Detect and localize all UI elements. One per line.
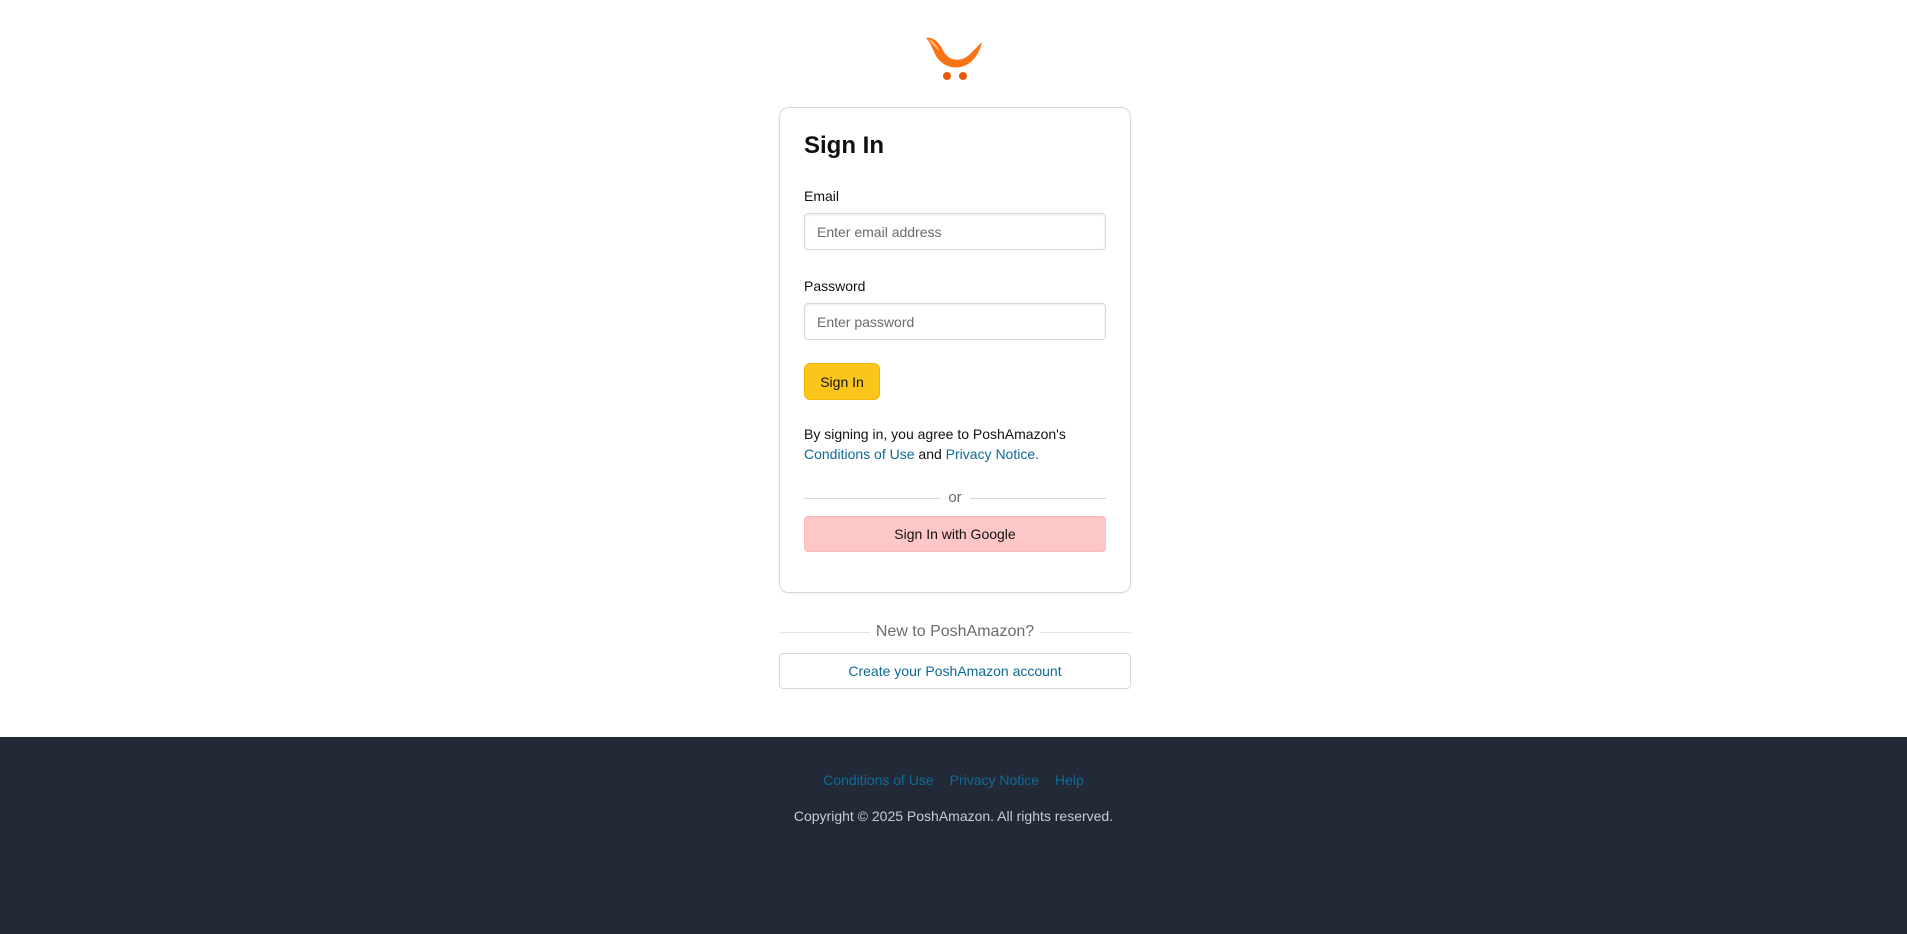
create-account-button[interactable]: Create your PoshAmazon account (779, 653, 1131, 689)
footer-link-help[interactable]: Help (1055, 772, 1084, 788)
footer-links: Conditions of Use Privacy Notice Help (0, 771, 1907, 789)
email-input[interactable] (804, 213, 1106, 250)
agreement-prefix: By signing in, you agree to PoshAmazon's (804, 426, 1066, 442)
sign-in-page: Sign In Email Password Sign In By signin… (0, 0, 1907, 934)
password-label: Password (804, 278, 866, 294)
privacy-notice-link[interactable]: Privacy Notice. (946, 446, 1039, 462)
or-divider-text: or (940, 489, 970, 506)
password-input[interactable] (804, 303, 1106, 340)
footer-link-conditions[interactable]: Conditions of Use (823, 772, 934, 788)
sign-in-card: Sign In Email Password Sign In By signin… (779, 107, 1131, 593)
shopping-cart-swoosh-icon[interactable] (924, 34, 986, 82)
footer-link-privacy[interactable]: Privacy Notice (950, 772, 1039, 788)
email-label: Email (804, 188, 840, 204)
footer: Conditions of Use Privacy Notice Help Co… (0, 737, 1907, 934)
sign-in-button[interactable]: Sign In (804, 363, 880, 400)
new-account-divider-text: New to PoshAmazon? (869, 623, 1041, 640)
or-divider: or (804, 488, 1106, 508)
sign-in-with-google-button[interactable]: Sign In with Google (804, 516, 1106, 552)
agreement-text: By signing in, you agree to PoshAmazon's… (804, 424, 1104, 464)
sign-in-title: Sign In (804, 132, 884, 159)
conditions-of-use-link[interactable]: Conditions of Use (804, 446, 915, 462)
new-account-divider: New to PoshAmazon? (779, 622, 1131, 642)
copyright-text: Copyright © 2025 PoshAmazon. All rights … (793, 808, 1114, 824)
agreement-joiner: and (918, 446, 942, 462)
